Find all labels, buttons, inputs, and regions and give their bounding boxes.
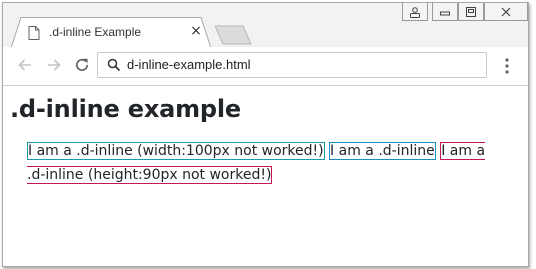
close-icon[interactable]: × xyxy=(189,24,203,38)
tab-title: .d-inline Example xyxy=(49,25,142,39)
arrow-right-icon[interactable] xyxy=(45,56,63,74)
browser-window: .d-inline Example × d-inline-example.htm… xyxy=(2,2,529,267)
minimize-glyph xyxy=(440,11,450,15)
document-icon xyxy=(28,26,40,40)
close-window-glyph xyxy=(501,7,511,16)
kebab-menu-icon[interactable] xyxy=(501,57,513,75)
tab-active[interactable]: .d-inline Example × xyxy=(11,16,211,48)
page-content: .d-inline example I am a .d-inline (widt… xyxy=(3,86,528,266)
restore-glyph xyxy=(466,6,476,17)
address-bar[interactable]: d-inline-example.html xyxy=(97,52,487,78)
search-icon xyxy=(107,58,121,72)
user-glyph xyxy=(410,6,420,18)
title-bar: .d-inline Example × xyxy=(3,3,528,48)
reload-icon[interactable] xyxy=(73,56,91,74)
inline-box-plain: I am a .d-inline xyxy=(329,142,436,160)
user-icon[interactable] xyxy=(402,3,428,21)
restore-icon[interactable] xyxy=(458,3,484,21)
window-controls xyxy=(402,3,528,23)
inline-box-width: I am a .d-inline (width:100px not worked… xyxy=(27,142,325,160)
page-heading: .d-inline example xyxy=(10,95,241,123)
browser-toolbar: d-inline-example.html xyxy=(3,47,528,86)
url-text: d-inline-example.html xyxy=(127,57,251,72)
arrow-left-icon[interactable] xyxy=(16,56,34,74)
close-window-icon[interactable] xyxy=(484,3,528,21)
inline-demo-container: I am a .d-inline (width:100px not worked… xyxy=(27,139,487,187)
new-tab-icon[interactable] xyxy=(215,25,255,45)
minimize-icon[interactable] xyxy=(432,3,458,21)
